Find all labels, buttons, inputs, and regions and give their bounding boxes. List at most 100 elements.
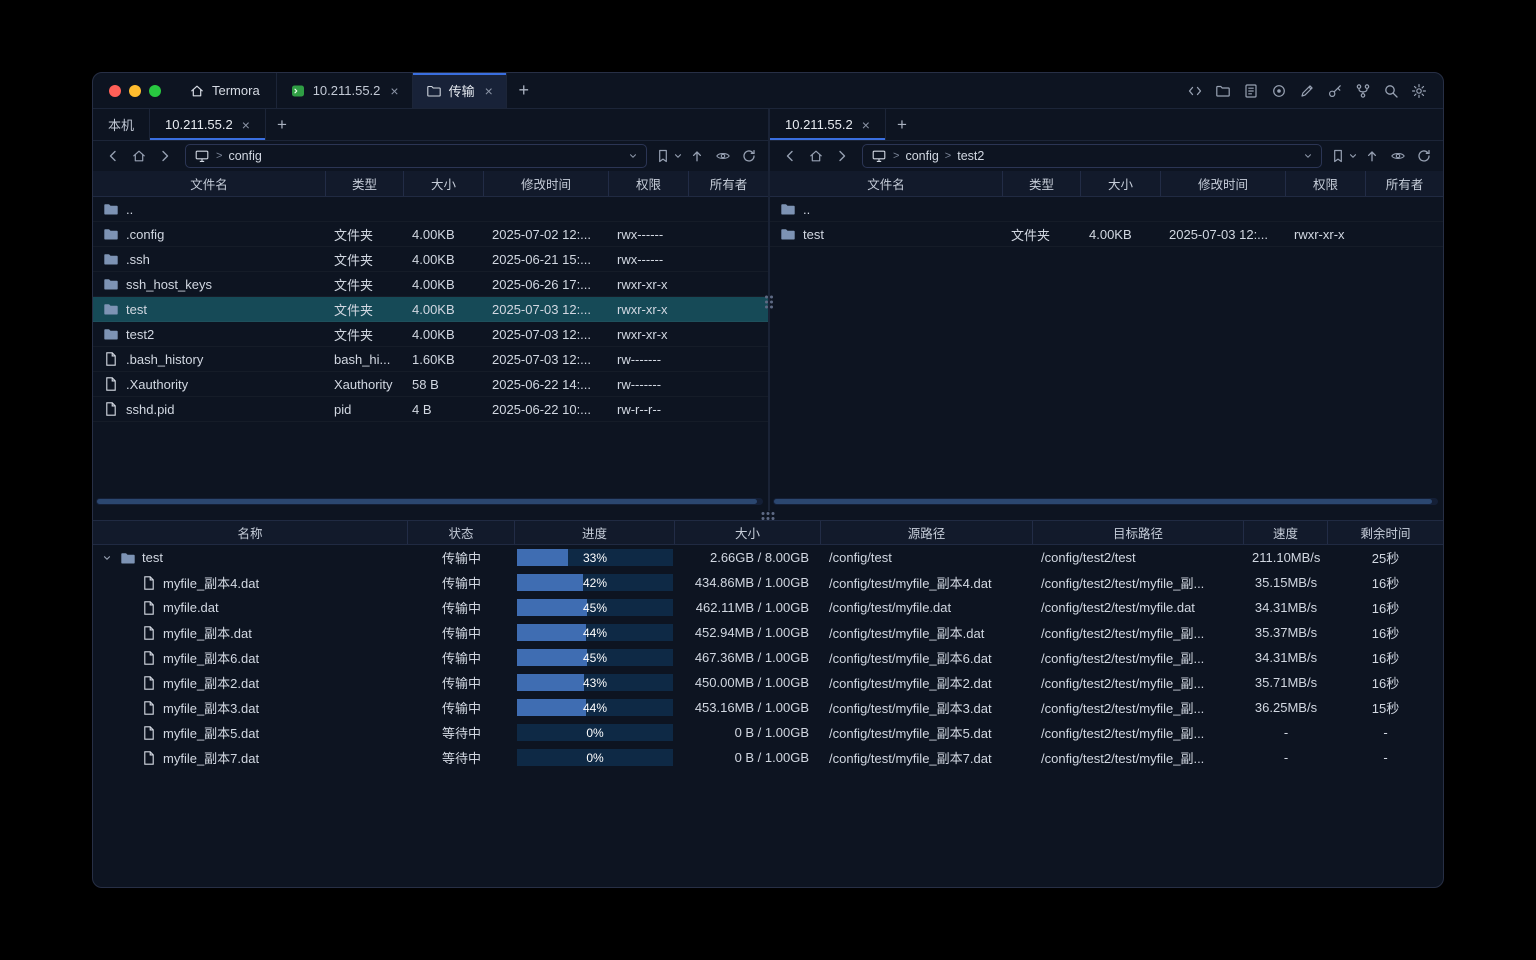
- upload-button[interactable]: [1359, 144, 1384, 168]
- back-button[interactable]: [777, 144, 802, 168]
- file-row[interactable]: test2文件夹4.00KB2025-07-03 12:...rwxr-xr-x: [93, 322, 768, 347]
- show-hidden-button[interactable]: [1385, 144, 1410, 168]
- refresh-button[interactable]: [1411, 144, 1436, 168]
- close-tab-icon[interactable]: ×: [485, 84, 493, 98]
- column-header-type[interactable]: 类型: [326, 171, 404, 196]
- file-row[interactable]: ssh_host_keys文件夹4.00KB2025-06-26 17:...r…: [93, 272, 768, 297]
- column-header-eta[interactable]: 剩余时间: [1328, 521, 1443, 544]
- column-header-size[interactable]: 大小: [675, 521, 821, 544]
- record-icon[interactable]: [1269, 81, 1289, 101]
- chevron-down-icon[interactable]: [628, 151, 638, 161]
- column-header-target-path[interactable]: 目标路径: [1033, 521, 1244, 544]
- file-row[interactable]: .config文件夹4.00KB2025-07-02 12:...rwx----…: [93, 222, 768, 247]
- column-header-permissions[interactable]: 权限: [609, 171, 689, 196]
- close-window-button[interactable]: [109, 85, 121, 97]
- column-header-mtime[interactable]: 修改时间: [1161, 171, 1286, 196]
- pane-new-tab-button[interactable]: +: [886, 109, 918, 140]
- pane-new-tab-button[interactable]: +: [266, 109, 298, 140]
- breadcrumb-segment[interactable]: config: [228, 149, 261, 163]
- back-button[interactable]: [100, 144, 125, 168]
- forward-button[interactable]: [152, 144, 177, 168]
- path-breadcrumb[interactable]: >config: [185, 144, 647, 168]
- column-header-type[interactable]: 类型: [1003, 171, 1081, 196]
- column-header-filename[interactable]: 文件名: [770, 171, 1003, 196]
- zoom-window-button[interactable]: [149, 85, 161, 97]
- code-icon[interactable]: [1185, 81, 1205, 101]
- transfer-row[interactable]: myfile_副本7.dat等待中0%0 B / 1.00GB/config/t…: [93, 745, 1443, 770]
- column-header-source-path[interactable]: 源路径: [821, 521, 1033, 544]
- close-tab-icon[interactable]: ×: [862, 118, 870, 132]
- transfer-row[interactable]: myfile_副本5.dat等待中0%0 B / 1.00GB/config/t…: [93, 720, 1443, 745]
- transfer-row[interactable]: myfile.dat传输中45%462.11MB / 1.00GB/config…: [93, 595, 1443, 620]
- horizontal-splitter[interactable]: [93, 511, 1443, 520]
- transfer-row[interactable]: myfile_副本2.dat传输中43%450.00MB / 1.00GB/co…: [93, 670, 1443, 695]
- transfer-row[interactable]: myfile_副本4.dat传输中42%434.86MB / 1.00GB/co…: [93, 570, 1443, 595]
- column-header-speed[interactable]: 速度: [1244, 521, 1328, 544]
- new-tab-button[interactable]: +: [507, 73, 541, 108]
- transfer-name-label: myfile_副本6.dat: [163, 648, 259, 667]
- transfer-source-cell: /config/test/myfile_副本7.dat: [821, 748, 1033, 767]
- column-header-size[interactable]: 大小: [1081, 171, 1161, 196]
- pane-tab[interactable]: 10.211.55.2×: [150, 109, 266, 140]
- file-row[interactable]: test文件夹4.00KB2025-07-03 12:...rwxr-xr-x: [770, 222, 1443, 247]
- path-breadcrumb[interactable]: >config>test2: [862, 144, 1322, 168]
- pane-tab[interactable]: 本机: [93, 109, 150, 140]
- bookmark-button[interactable]: [655, 144, 683, 168]
- home-button[interactable]: [803, 144, 828, 168]
- transfer-row[interactable]: myfile_副本3.dat传输中44%453.16MB / 1.00GB/co…: [93, 695, 1443, 720]
- transfer-row[interactable]: myfile_副本6.dat传输中45%467.36MB / 1.00GB/co…: [93, 645, 1443, 670]
- transfer-row[interactable]: myfile_副本.dat传输中44%452.94MB / 1.00GB/con…: [93, 620, 1443, 645]
- column-header-filename[interactable]: 文件名: [93, 171, 326, 196]
- file-panel-right: 10.211.55.2× + >config>test2 文件名类型大小修改时间…: [770, 109, 1443, 511]
- scrollbar-thumb[interactable]: [774, 499, 1432, 504]
- refresh-button[interactable]: [736, 144, 761, 168]
- file-mtime-cell: [1161, 197, 1286, 221]
- column-header-status[interactable]: 状态: [408, 521, 515, 544]
- titlebar-tab[interactable]: 传输×: [413, 73, 507, 108]
- forward-button[interactable]: [829, 144, 854, 168]
- expand-chevron-icon[interactable]: [100, 553, 114, 563]
- column-header-size[interactable]: 大小: [404, 171, 484, 196]
- branch-icon[interactable]: [1353, 81, 1373, 101]
- settings-icon[interactable]: [1409, 81, 1429, 101]
- scrollbar-thumb[interactable]: [97, 499, 757, 504]
- column-header-permissions[interactable]: 权限: [1286, 171, 1366, 196]
- file-icon: [141, 600, 157, 616]
- file-row[interactable]: sshd.pidpid4 B2025-06-22 10:...rw-r--r--: [93, 397, 768, 422]
- close-tab-icon[interactable]: ×: [390, 84, 398, 98]
- file-row[interactable]: test文件夹4.00KB2025-07-03 12:...rwxr-xr-x: [93, 297, 768, 322]
- search-icon[interactable]: [1381, 81, 1401, 101]
- horizontal-scrollbar[interactable]: [96, 498, 763, 505]
- column-header-owner[interactable]: 所有者: [689, 171, 768, 196]
- edit-icon[interactable]: [1297, 81, 1317, 101]
- close-tab-icon[interactable]: ×: [242, 118, 250, 132]
- transfer-row[interactable]: test传输中33%2.66GB / 8.00GB/config/test/co…: [93, 545, 1443, 570]
- horizontal-scrollbar[interactable]: [773, 498, 1438, 505]
- file-row[interactable]: ..: [770, 197, 1443, 222]
- bookmark-button[interactable]: [1330, 144, 1358, 168]
- column-header-owner[interactable]: 所有者: [1366, 171, 1443, 196]
- file-row[interactable]: .XauthorityXauthority58 B2025-06-22 14:.…: [93, 372, 768, 397]
- column-header-mtime[interactable]: 修改时间: [484, 171, 609, 196]
- breadcrumb-segment[interactable]: config: [905, 149, 938, 163]
- file-panes: 本机10.211.55.2× + >config 文件名类型大小修改时间权限所有…: [93, 109, 1443, 511]
- pane-tab[interactable]: 10.211.55.2×: [770, 109, 886, 140]
- log-icon[interactable]: [1241, 81, 1261, 101]
- home-button[interactable]: [126, 144, 151, 168]
- file-row[interactable]: .bash_historybash_hi...1.60KB2025-07-03 …: [93, 347, 768, 372]
- progress-label: 44%: [517, 624, 673, 641]
- file-row[interactable]: ..: [93, 197, 768, 222]
- column-header-progress[interactable]: 进度: [515, 521, 675, 544]
- breadcrumb-segment[interactable]: test2: [957, 149, 984, 163]
- upload-button[interactable]: [684, 144, 709, 168]
- column-header-name[interactable]: 名称: [93, 521, 408, 544]
- file-row[interactable]: .ssh文件夹4.00KB2025-06-21 15:...rwx------: [93, 247, 768, 272]
- app-menu-button[interactable]: Termora: [179, 73, 276, 108]
- titlebar-tab[interactable]: 10.211.55.2×: [276, 73, 413, 108]
- transfer-progress-cell: 44%: [515, 699, 675, 716]
- key-icon[interactable]: [1325, 81, 1345, 101]
- minimize-window-button[interactable]: [129, 85, 141, 97]
- folder-icon[interactable]: [1213, 81, 1233, 101]
- chevron-down-icon[interactable]: [1303, 151, 1313, 161]
- show-hidden-button[interactable]: [710, 144, 735, 168]
